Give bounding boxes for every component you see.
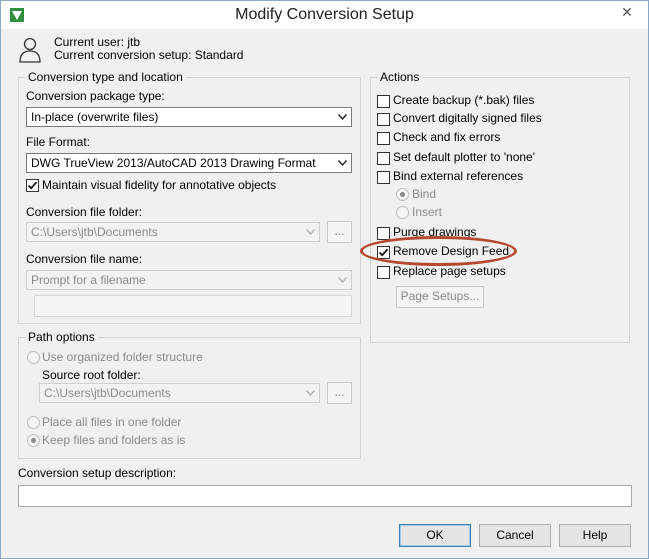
default-plotter-checkbox[interactable] bbox=[377, 152, 390, 165]
file-format-select[interactable]: DWG TrueView 2013/AutoCAD 2013 Drawing F… bbox=[26, 153, 352, 173]
conversion-name-label: Conversion file name: bbox=[26, 252, 143, 266]
package-type-label: Conversion package type: bbox=[26, 89, 165, 103]
conversion-name-select[interactable]: Prompt for a filename bbox=[26, 270, 352, 290]
place-all-radio[interactable] bbox=[27, 416, 40, 429]
ok-button[interactable]: OK bbox=[399, 524, 471, 547]
insert-radio[interactable] bbox=[396, 206, 409, 219]
conversion-folder-label: Conversion file folder: bbox=[26, 205, 143, 219]
source-root-value: C:\Users\jtb\Documents bbox=[44, 386, 171, 400]
actions-legend: Actions bbox=[377, 70, 423, 85]
remove-design-feed-label: Remove Design Feed bbox=[393, 244, 510, 258]
maintain-fidelity-checkbox[interactable] bbox=[26, 179, 39, 192]
default-plotter-label: Set default plotter to 'none' bbox=[393, 150, 536, 164]
replace-page-setups-label: Replace page setups bbox=[393, 264, 506, 278]
purge-drawings-label: Purge drawings bbox=[393, 225, 477, 239]
package-type-value: In-place (overwrite files) bbox=[31, 110, 159, 124]
convert-signed-checkbox[interactable] bbox=[377, 113, 390, 126]
place-all-label: Place all files in one folder bbox=[42, 415, 182, 429]
purge-drawings-checkbox[interactable] bbox=[377, 227, 390, 240]
use-organized-label: Use organized folder structure bbox=[42, 350, 203, 364]
chevron-down-icon bbox=[302, 384, 319, 402]
page-setups-button[interactable]: Page Setups... bbox=[396, 286, 484, 308]
insert-radio-label: Insert bbox=[412, 205, 443, 219]
path-options-legend: Path options bbox=[25, 330, 98, 345]
package-type-select[interactable]: In-place (overwrite files) bbox=[26, 107, 352, 127]
cancel-button[interactable]: Cancel bbox=[479, 524, 551, 547]
bind-radio[interactable] bbox=[396, 188, 409, 201]
source-root-select[interactable]: C:\Users\jtb\Documents bbox=[39, 383, 320, 403]
create-backup-label: Create backup (*.bak) files bbox=[393, 93, 535, 107]
use-organized-radio[interactable] bbox=[27, 351, 40, 364]
conversion-type-legend: Conversion type and location bbox=[25, 70, 186, 85]
chevron-down-icon bbox=[334, 108, 351, 126]
browse-folder-button[interactable]: ... bbox=[327, 221, 352, 243]
user-icon bbox=[19, 37, 41, 63]
remove-design-feed-checkbox[interactable] bbox=[377, 246, 390, 259]
conversion-folder-value: C:\Users\jtb\Documents bbox=[31, 225, 158, 239]
file-format-label: File Format: bbox=[26, 135, 91, 149]
checkmark-icon bbox=[27, 181, 38, 190]
description-input[interactable] bbox=[18, 485, 632, 507]
conversion-folder-select[interactable]: C:\Users\jtb\Documents bbox=[26, 222, 320, 242]
chevron-down-icon bbox=[334, 154, 351, 172]
conversion-name-input[interactable] bbox=[34, 295, 352, 317]
maintain-fidelity-label: Maintain visual fidelity for annotative … bbox=[42, 178, 277, 192]
replace-page-setups-checkbox[interactable] bbox=[377, 266, 390, 279]
check-fix-errors-label: Check and fix errors bbox=[393, 130, 501, 144]
convert-signed-label: Convert digitally signed files bbox=[393, 111, 542, 125]
current-setup-text: Current conversion setup: Standard bbox=[54, 48, 244, 62]
keep-files-radio[interactable] bbox=[27, 434, 40, 447]
chevron-down-icon bbox=[334, 271, 351, 289]
title-bar: Modify Conversion Setup ✕ bbox=[1, 1, 648, 29]
help-button[interactable]: Help bbox=[559, 524, 631, 547]
checkmark-icon bbox=[378, 248, 389, 257]
browse-source-root-button[interactable]: ... bbox=[327, 382, 352, 404]
bind-xrefs-checkbox[interactable] bbox=[377, 171, 390, 184]
description-label: Conversion setup description: bbox=[18, 466, 177, 480]
chevron-down-icon bbox=[302, 223, 319, 241]
bind-xrefs-label: Bind external references bbox=[393, 169, 524, 183]
create-backup-checkbox[interactable] bbox=[377, 95, 390, 108]
modify-conversion-setup-dialog: Modify Conversion Setup ✕ Current user: … bbox=[0, 0, 649, 559]
conversion-name-value: Prompt for a filename bbox=[31, 273, 146, 287]
keep-files-label: Keep files and folders as is bbox=[42, 433, 186, 447]
source-root-label: Source root folder: bbox=[42, 368, 141, 382]
bind-radio-label: Bind bbox=[412, 187, 437, 201]
close-icon[interactable]: ✕ bbox=[614, 2, 640, 24]
window-title: Modify Conversion Setup bbox=[235, 6, 414, 23]
file-format-value: DWG TrueView 2013/AutoCAD 2013 Drawing F… bbox=[31, 156, 316, 170]
check-fix-errors-checkbox[interactable] bbox=[377, 132, 390, 145]
